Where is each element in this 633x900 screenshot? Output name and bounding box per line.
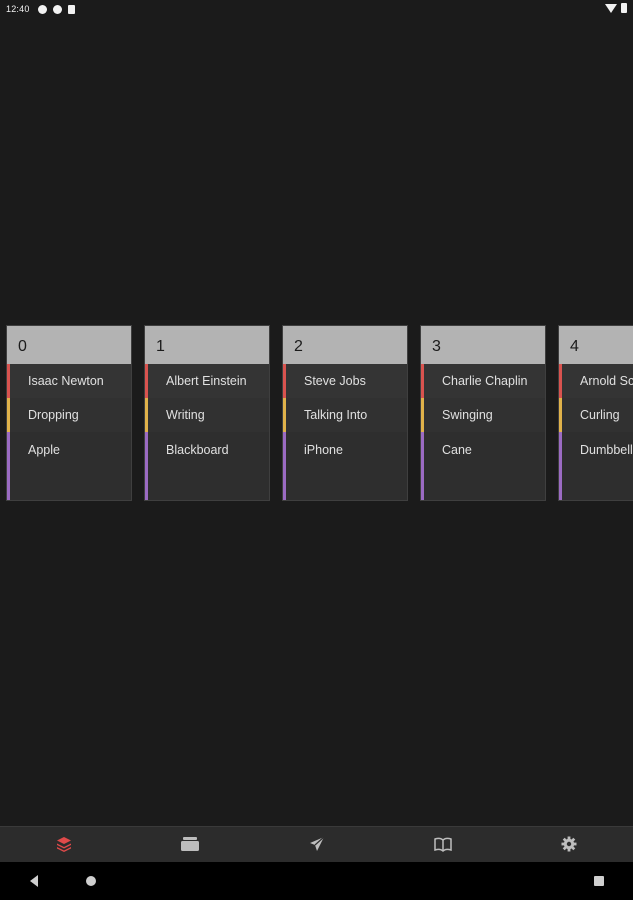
card-item-accent bbox=[421, 364, 424, 398]
card-item-label: Steve Jobs bbox=[304, 374, 366, 388]
folder-icon bbox=[181, 837, 199, 851]
nav-book-button[interactable] bbox=[432, 834, 454, 854]
card-item-label: Blackboard bbox=[166, 443, 229, 457]
card-item-label: Charlie Chaplin bbox=[442, 374, 528, 388]
card-item-accent bbox=[283, 398, 286, 432]
card-item-accent bbox=[559, 432, 562, 500]
card[interactable]: 4 Arnold Schwarzenegger Curling Dumbbell bbox=[558, 325, 633, 501]
card-item: Dropping bbox=[7, 398, 131, 432]
nav-stack-button[interactable] bbox=[53, 834, 75, 854]
card-index: 0 bbox=[7, 326, 131, 364]
status-bar: 12:40 bbox=[0, 0, 633, 18]
card-item: Curling bbox=[559, 398, 633, 432]
card-item-label: Talking Into bbox=[304, 408, 368, 422]
wifi-icon bbox=[605, 3, 617, 13]
system-navigation-bar bbox=[0, 862, 633, 900]
card-item: Arnold Schwarzenegger bbox=[559, 364, 633, 398]
card-item: Apple bbox=[7, 432, 131, 500]
send-icon bbox=[310, 836, 325, 851]
card-item: Swinging bbox=[421, 398, 545, 432]
card-item-label: Arnold Schwarzenegger bbox=[580, 374, 633, 388]
card-index: 2 bbox=[283, 326, 407, 364]
home-icon[interactable] bbox=[85, 874, 97, 888]
card-item: Isaac Newton bbox=[7, 364, 131, 398]
card-item-accent bbox=[145, 364, 148, 398]
card-item-label: Curling bbox=[580, 408, 620, 422]
card-item-label: Dumbbell bbox=[580, 443, 633, 457]
card[interactable]: 3 Charlie Chaplin Swinging Cane bbox=[420, 325, 546, 501]
card-item-accent bbox=[283, 432, 286, 500]
card-index: 3 bbox=[421, 326, 545, 364]
card-item: Albert Einstein bbox=[145, 364, 269, 398]
card-item-accent bbox=[7, 398, 10, 432]
card-item: Talking Into bbox=[283, 398, 407, 432]
card-item-label: Swinging bbox=[442, 408, 493, 422]
status-notification-icons bbox=[37, 4, 75, 14]
nav-send-button[interactable] bbox=[306, 834, 328, 854]
card-item: Charlie Chaplin bbox=[421, 364, 545, 398]
nav-settings-button[interactable] bbox=[558, 834, 580, 854]
nav-folder-button[interactable] bbox=[179, 834, 201, 854]
card-item-label: Apple bbox=[28, 443, 60, 457]
card-item: Steve Jobs bbox=[283, 364, 407, 398]
card-item: Writing bbox=[145, 398, 269, 432]
card-item-accent bbox=[145, 432, 148, 500]
card-item-label: iPhone bbox=[304, 443, 343, 457]
back-icon[interactable] bbox=[28, 874, 40, 888]
card[interactable]: 2 Steve Jobs Talking Into iPhone bbox=[282, 325, 408, 501]
card-item-accent bbox=[145, 398, 148, 432]
card-item-accent bbox=[7, 364, 10, 398]
card[interactable]: 1 Albert Einstein Writing Blackboard bbox=[144, 325, 270, 501]
stack-icon bbox=[57, 837, 71, 852]
recents-icon[interactable] bbox=[593, 874, 605, 888]
card-item-accent bbox=[559, 364, 562, 398]
card-item: iPhone bbox=[283, 432, 407, 500]
cards-carousel[interactable]: 0 Isaac Newton Dropping Apple 1 Albert Einste… bbox=[0, 325, 633, 502]
card-item-accent bbox=[421, 432, 424, 500]
card-index: 4 bbox=[559, 326, 633, 364]
card-item: Blackboard bbox=[145, 432, 269, 500]
card-item-label: Albert Einstein bbox=[166, 374, 247, 388]
card-item-accent bbox=[7, 432, 10, 500]
status-system-icons bbox=[605, 3, 627, 13]
battery-icon bbox=[621, 3, 627, 13]
bottom-navigation bbox=[0, 826, 633, 862]
card-item-label: Dropping bbox=[28, 408, 79, 422]
card-item-accent bbox=[421, 398, 424, 432]
card[interactable]: 0 Isaac Newton Dropping Apple bbox=[6, 325, 132, 501]
book-icon bbox=[434, 837, 452, 852]
card-item-label: Isaac Newton bbox=[28, 374, 104, 388]
notification-app-icon bbox=[37, 4, 47, 14]
card-index: 1 bbox=[145, 326, 269, 364]
card-item-label: Cane bbox=[442, 443, 472, 457]
notification-app-icon-2 bbox=[52, 4, 62, 14]
settings-icon bbox=[561, 836, 577, 852]
card-item: Cane bbox=[421, 432, 545, 500]
notification-clipboard-icon bbox=[67, 4, 75, 14]
card-item-accent bbox=[283, 364, 286, 398]
card-item-label: Writing bbox=[166, 408, 205, 422]
card-item-accent bbox=[559, 398, 562, 432]
card-item: Dumbbell bbox=[559, 432, 633, 500]
status-time: 12:40 bbox=[6, 4, 30, 14]
